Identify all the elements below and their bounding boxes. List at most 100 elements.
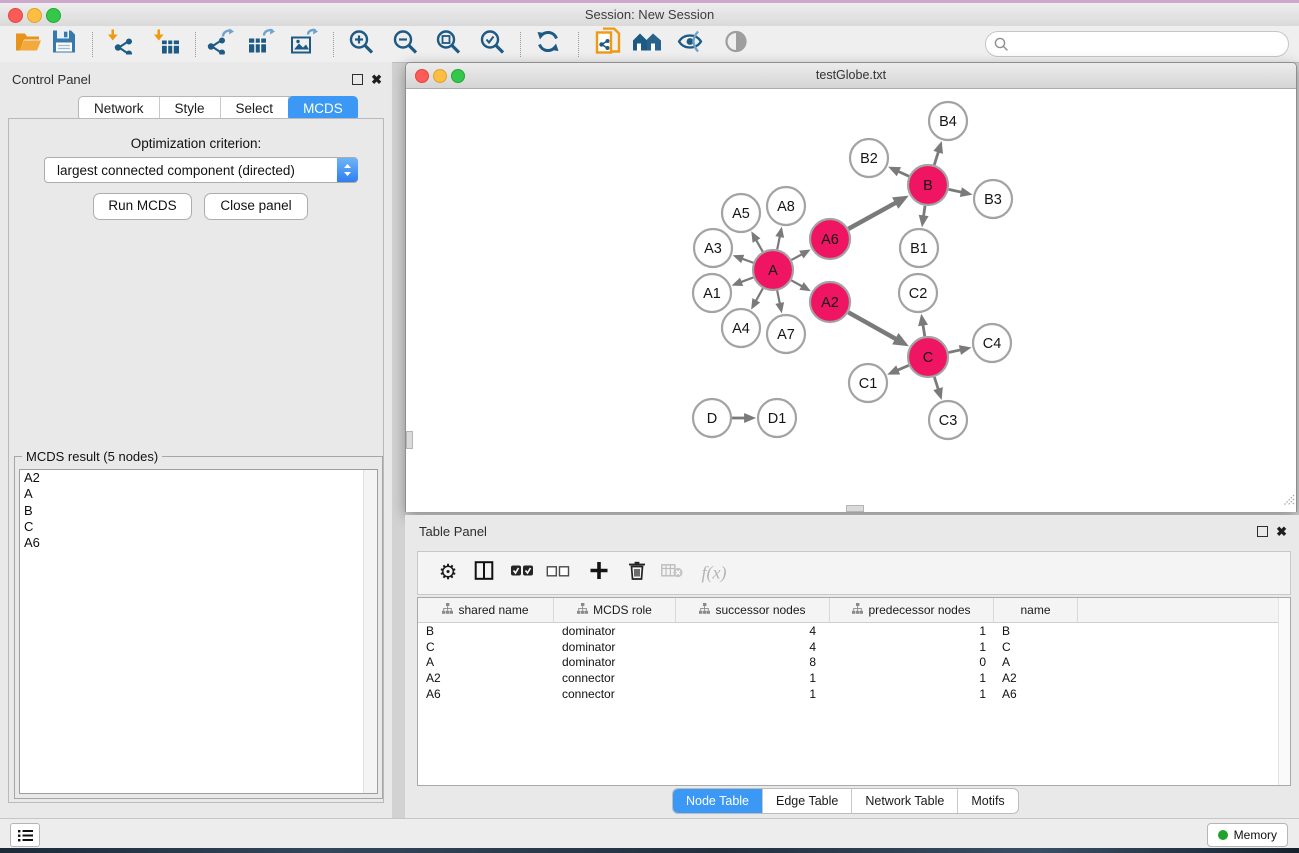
table-scrollbar[interactable] xyxy=(1278,598,1290,785)
splitter-handle[interactable] xyxy=(846,505,864,512)
network-close-button[interactable] xyxy=(415,69,429,83)
duplicate-network-icon[interactable] xyxy=(595,28,621,61)
graph-edge-C-C2[interactable] xyxy=(923,324,925,336)
run-mcds-button[interactable]: Run MCDS xyxy=(93,193,192,220)
table-row[interactable]: Adominator80A xyxy=(418,655,1290,671)
table-cell: A xyxy=(418,655,554,669)
column-header-MCDS-role[interactable]: MCDS role xyxy=(554,598,676,622)
tab-network-table[interactable]: Network Table xyxy=(852,789,958,813)
close-panel-icon[interactable]: ✖ xyxy=(1276,526,1287,537)
tab-style[interactable]: Style xyxy=(160,97,221,120)
delete-column-icon[interactable] xyxy=(629,561,645,585)
save-session-icon[interactable] xyxy=(52,30,76,59)
graph-edge-A-A3[interactable] xyxy=(742,259,754,263)
refresh-view-icon[interactable] xyxy=(535,29,561,60)
memory-button[interactable]: Memory xyxy=(1207,823,1288,847)
graph-edge-B-B3[interactable] xyxy=(949,189,962,192)
resize-grip-icon[interactable] xyxy=(1281,492,1295,511)
network-canvas[interactable]: B4B2BB3A8A5A6A3B1AA1C2A2A4A7C4CC1C3DD1 xyxy=(406,89,1296,512)
search-input[interactable] xyxy=(1009,36,1288,52)
graph-edge-A-A4[interactable] xyxy=(756,288,763,301)
splitter-handle[interactable] xyxy=(406,431,413,449)
zoom-fit-icon[interactable] xyxy=(435,29,461,60)
graph-edge-A-A1[interactable] xyxy=(741,277,754,282)
zoom-window-button[interactable] xyxy=(46,8,61,23)
network-minimize-button[interactable] xyxy=(433,69,447,83)
export-table-icon[interactable] xyxy=(247,29,275,60)
mcds-result-item[interactable]: C xyxy=(20,519,377,535)
add-column-icon[interactable] xyxy=(591,562,608,584)
column-header-shared-name[interactable]: shared name xyxy=(418,598,554,622)
import-network-icon[interactable] xyxy=(108,29,134,60)
graph-edge-A6-B[interactable] xyxy=(848,203,896,229)
table-settings-icon[interactable]: ⚙ xyxy=(439,563,458,583)
graph-edge-B-B1[interactable] xyxy=(924,206,926,217)
deselect-all-icon[interactable] xyxy=(547,564,570,582)
network-window-titlebar[interactable]: testGlobe.txt xyxy=(406,63,1296,89)
show-panels-icon[interactable] xyxy=(723,31,749,58)
graph-node-label: B2 xyxy=(860,151,878,167)
column-header-name[interactable]: name xyxy=(994,598,1078,622)
graph-edge-A-A2[interactable] xyxy=(791,280,802,286)
mcds-result-item[interactable]: A2 xyxy=(20,470,377,486)
edge-arrowhead-icon xyxy=(775,302,784,313)
table-cell: connector xyxy=(554,671,676,685)
graph-edge-C-C3[interactable] xyxy=(934,377,938,390)
hide-panels-icon[interactable] xyxy=(677,30,705,59)
graph-edge-B-B4[interactable] xyxy=(934,151,938,165)
delete-table-icon[interactable] xyxy=(661,563,683,583)
import-table-icon[interactable] xyxy=(154,29,180,60)
graph-edge-C-C1[interactable] xyxy=(897,365,908,370)
graph-edge-A-A8[interactable] xyxy=(777,236,780,249)
open-session-icon[interactable] xyxy=(14,30,42,59)
graph-edge-B-B2[interactable] xyxy=(898,171,909,176)
graph-edge-C-C4[interactable] xyxy=(949,350,961,353)
graph-edge-A-A7[interactable] xyxy=(777,291,780,304)
mcds-result-item[interactable]: A xyxy=(20,486,377,502)
graph-node-label: A3 xyxy=(704,241,722,257)
close-window-button[interactable] xyxy=(8,8,23,23)
close-panel-icon[interactable]: ✖ xyxy=(371,74,382,85)
table-row[interactable]: A6connector11A6 xyxy=(418,686,1290,702)
export-image-icon[interactable] xyxy=(290,29,318,60)
graph-edge-A2-C[interactable] xyxy=(848,312,896,339)
column-header-predecessor-nodes[interactable]: predecessor nodes xyxy=(830,598,994,622)
restore-layout-icon[interactable] xyxy=(632,30,662,59)
zoom-selected-icon[interactable] xyxy=(479,29,505,60)
list-scrollbar[interactable] xyxy=(363,470,377,793)
tab-motifs[interactable]: Motifs xyxy=(958,789,1017,813)
minimize-window-button[interactable] xyxy=(27,8,42,23)
column-view-icon[interactable] xyxy=(475,561,494,585)
task-history-button[interactable] xyxy=(10,823,40,847)
column-header-label: name xyxy=(1020,603,1050,617)
mcds-result-list[interactable]: A2ABCA6 xyxy=(19,469,378,794)
zoom-out-icon[interactable] xyxy=(392,29,418,60)
table-row[interactable]: Bdominator41B xyxy=(418,623,1290,639)
search-field[interactable] xyxy=(985,31,1289,57)
export-network-icon[interactable] xyxy=(206,29,234,60)
network-graph[interactable]: B4B2BB3A8A5A6A3B1AA1C2A2A4A7C4CC1C3DD1 xyxy=(406,89,1296,512)
function-builder-icon[interactable]: f(x) xyxy=(702,563,727,584)
tab-select[interactable]: Select xyxy=(221,97,290,120)
close-panel-button[interactable]: Close panel xyxy=(204,193,308,220)
graph-edge-A-A6[interactable] xyxy=(791,254,802,260)
session-title: Session: New Session xyxy=(0,3,1299,26)
float-panel-icon[interactable] xyxy=(352,74,363,85)
tab-network[interactable]: Network xyxy=(79,97,160,120)
table-cell: A6 xyxy=(994,687,1078,701)
tab-node-table[interactable]: Node Table xyxy=(673,789,763,813)
mcds-result-item[interactable]: A6 xyxy=(20,535,377,551)
optimization-criterion-select[interactable]: largest connected component (directed) xyxy=(44,157,358,183)
table-header-row: shared nameMCDS rolesuccessor nodesprede… xyxy=(418,598,1290,623)
zoom-in-icon[interactable] xyxy=(348,29,374,60)
tab-edge-table[interactable]: Edge Table xyxy=(763,789,852,813)
float-panel-icon[interactable] xyxy=(1257,526,1268,537)
mcds-result-item[interactable]: B xyxy=(20,503,377,519)
column-header-successor-nodes[interactable]: successor nodes xyxy=(676,598,830,622)
edge-arrowhead-icon xyxy=(918,314,928,327)
select-all-icon[interactable] xyxy=(511,564,534,582)
table-row[interactable]: A2connector11A2 xyxy=(418,670,1290,686)
table-row[interactable]: Cdominator41C xyxy=(418,639,1290,655)
graph-edge-A-A5[interactable] xyxy=(756,240,763,252)
network-zoom-button[interactable] xyxy=(451,69,465,83)
